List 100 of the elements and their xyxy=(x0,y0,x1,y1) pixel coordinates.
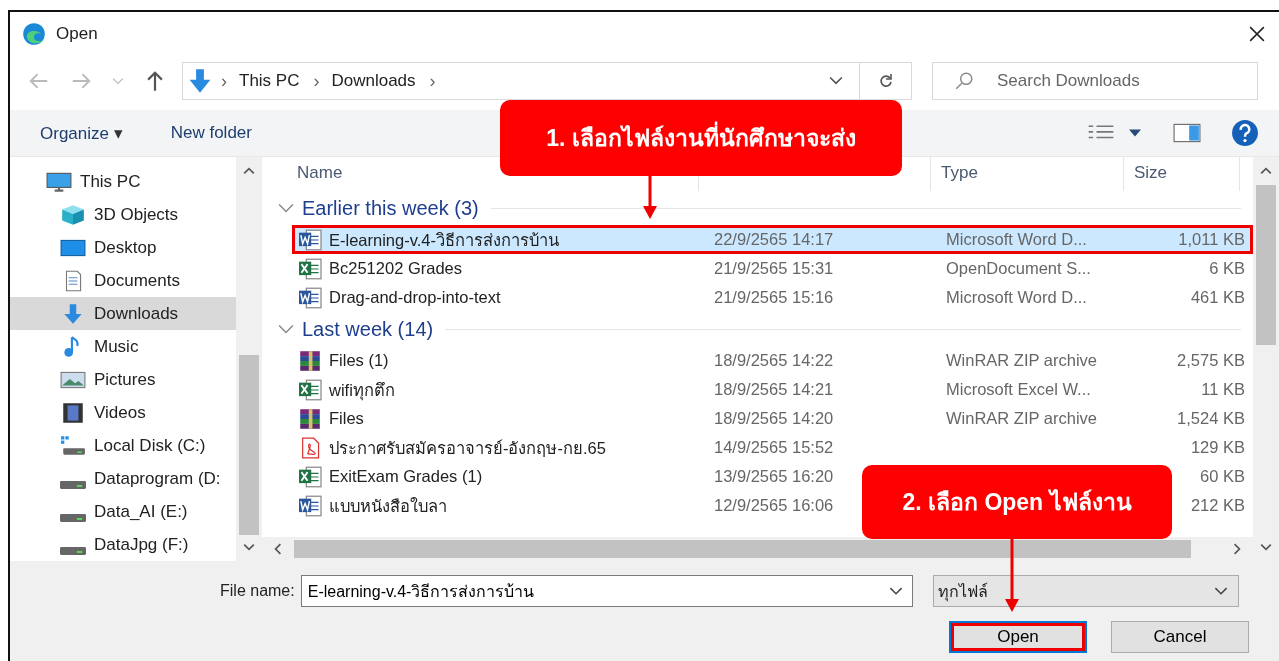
word-document-icon xyxy=(297,228,323,251)
scrollbar[interactable] xyxy=(236,157,262,561)
file-name: E-learning-v.4-วิธีการส่งการบ้าน xyxy=(329,229,559,251)
window-title: Open xyxy=(56,24,98,44)
file-type: Microsoft Excel W... xyxy=(946,380,1091,398)
search-icon xyxy=(954,71,974,91)
file-name-field[interactable]: E-learning-v.4-วิธีการส่งการบ้าน xyxy=(300,575,913,607)
chevron-icon: › xyxy=(221,70,227,92)
sidebar-item[interactable]: 3D Objects xyxy=(10,198,236,231)
sidebar-item[interactable]: Dataprogram (D: xyxy=(10,462,236,495)
browser-logo-icon xyxy=(22,22,46,46)
date-modified: 18/9/2565 14:20 xyxy=(714,409,834,427)
sidebar-item[interactable]: This PC xyxy=(10,165,236,198)
scroll-left-icon[interactable] xyxy=(274,543,282,555)
file-name: Files (1) xyxy=(329,351,389,370)
open-button[interactable]: Open xyxy=(949,621,1087,653)
column-header[interactable]: Size xyxy=(1134,163,1168,182)
file-size: 6 KB xyxy=(1209,259,1245,277)
file-size: 461 KB xyxy=(1190,288,1245,306)
system-drive-icon xyxy=(60,434,86,457)
callout-arrow xyxy=(642,176,658,220)
chevron-icon: › xyxy=(429,70,436,92)
date-modified: 14/9/2565 15:52 xyxy=(714,438,834,456)
collapse-chevron-icon[interactable] xyxy=(278,324,294,334)
instruction-tooltip: 1. เลือกไฟล์งานที่นักศึกษาจะส่ง xyxy=(500,100,902,176)
sidebar-item[interactable]: Documents xyxy=(10,264,236,297)
refresh-icon xyxy=(877,73,894,89)
file-name: แบบหนังสือใบลา xyxy=(329,495,447,517)
new-folder-button[interactable]: New folder xyxy=(162,119,260,147)
scroll-up-icon[interactable] xyxy=(1260,167,1272,175)
file-size: 212 KB xyxy=(1190,496,1245,514)
sidebar-item[interactable]: Data_AI (E:) xyxy=(10,495,236,528)
cancel-button[interactable]: Cancel xyxy=(1111,621,1249,653)
sidebar-item[interactable]: Pictures xyxy=(10,363,236,396)
file-name: Drag-and-drop-into-text xyxy=(329,288,501,307)
spreadsheet-icon xyxy=(297,257,323,280)
computer-icon xyxy=(46,170,72,193)
file-name: ExitExam Grades (1) xyxy=(329,467,483,486)
file-size: 60 KB xyxy=(1200,467,1245,485)
group-heading[interactable]: Last week (14) xyxy=(302,317,434,341)
file-size: 129 KB xyxy=(1190,438,1245,456)
file-type: OpenDocument S... xyxy=(946,259,1091,277)
column-header[interactable]: Type xyxy=(941,163,978,182)
file-name: Files xyxy=(329,409,364,428)
close-icon[interactable] xyxy=(1249,26,1265,42)
search-field[interactable]: Search Downloads xyxy=(932,62,1258,100)
date-modified: 13/9/2565 16:20 xyxy=(714,467,834,485)
word-document-icon xyxy=(297,494,323,517)
dropdown-chevron-icon[interactable] xyxy=(829,76,843,86)
caret-icon[interactable] xyxy=(1129,129,1141,137)
scroll-up-icon[interactable] xyxy=(243,167,255,175)
file-type: WinRAR ZIP archive xyxy=(946,351,1097,369)
file-size: 1,011 KB xyxy=(1178,230,1245,248)
organize-button[interactable]: Organize ▾ xyxy=(32,118,131,148)
file-type: Microsoft Word D... xyxy=(946,230,1087,248)
date-modified: 18/9/2565 14:21 xyxy=(714,380,834,398)
file-size: 1,524 KB xyxy=(1177,409,1245,427)
file-size: 11 KB xyxy=(1201,380,1245,398)
spreadsheet-icon xyxy=(297,378,323,401)
scroll-down-icon[interactable] xyxy=(1260,543,1272,551)
word-document-icon xyxy=(297,286,323,309)
date-modified: 22/9/2565 14:17 xyxy=(714,230,834,248)
file-name: Bc251202 Grades xyxy=(329,259,462,278)
address-bar[interactable]: › This PC › Downloads › xyxy=(182,62,912,100)
help-icon[interactable] xyxy=(1231,119,1259,147)
sidebar-item[interactable]: Videos xyxy=(10,396,236,429)
dropdown-chevron-icon xyxy=(1213,586,1228,596)
drive-icon xyxy=(60,513,86,522)
sidebar-item[interactable]: DataJpg (F:) xyxy=(10,528,236,561)
scroll-down-icon[interactable] xyxy=(243,543,255,551)
file-type-dropdown[interactable]: ทุกไฟล์ xyxy=(932,575,1239,607)
dropdown-chevron-icon[interactable] xyxy=(888,587,903,596)
file-type: WinRAR ZIP archive xyxy=(946,409,1097,427)
collapse-chevron-icon[interactable] xyxy=(278,203,294,213)
download-arrow-icon xyxy=(187,68,213,94)
instruction-tooltip: 2. เลือก Open ไฟล์งาน xyxy=(862,465,1172,539)
file-row[interactable]: E-learning-v.4-วิธีการส่งการบ้าน 22/9/2565 14:17 Microsoft Word D... 1,011 KB xyxy=(292,225,1253,254)
archive-books-icon xyxy=(297,407,323,430)
film-strip-icon xyxy=(60,401,86,424)
file-type: Microsoft Word D... xyxy=(946,288,1087,306)
breadcrumb-item[interactable]: Downloads xyxy=(331,71,416,91)
group-heading[interactable]: Earlier this week (3) xyxy=(302,196,479,220)
date-modified: 21/9/2565 15:16 xyxy=(714,288,834,306)
breadcrumb-item[interactable]: This PC xyxy=(239,71,300,91)
chevron-icon: › xyxy=(313,70,320,92)
sidebar-item[interactable]: Local Disk (C:) xyxy=(10,429,236,462)
scroll-right-icon[interactable] xyxy=(1233,543,1241,555)
date-modified: 18/9/2565 14:22 xyxy=(714,351,834,369)
spreadsheet-icon xyxy=(297,465,323,488)
file-size: 2,575 KB xyxy=(1177,351,1245,369)
preview-pane-icon[interactable] xyxy=(1173,123,1201,143)
column-header[interactable]: Name xyxy=(297,163,343,182)
drive-icon xyxy=(60,546,86,555)
scrollbar[interactable] xyxy=(1253,157,1279,561)
sidebar-item[interactable]: Downloads xyxy=(10,297,236,330)
drive-icon xyxy=(60,480,86,489)
sidebar-item[interactable]: Music xyxy=(10,330,236,363)
sidebar-item[interactable]: Desktop xyxy=(10,231,236,264)
date-modified: 12/9/2565 16:06 xyxy=(714,496,834,514)
cube-icon xyxy=(60,203,86,226)
